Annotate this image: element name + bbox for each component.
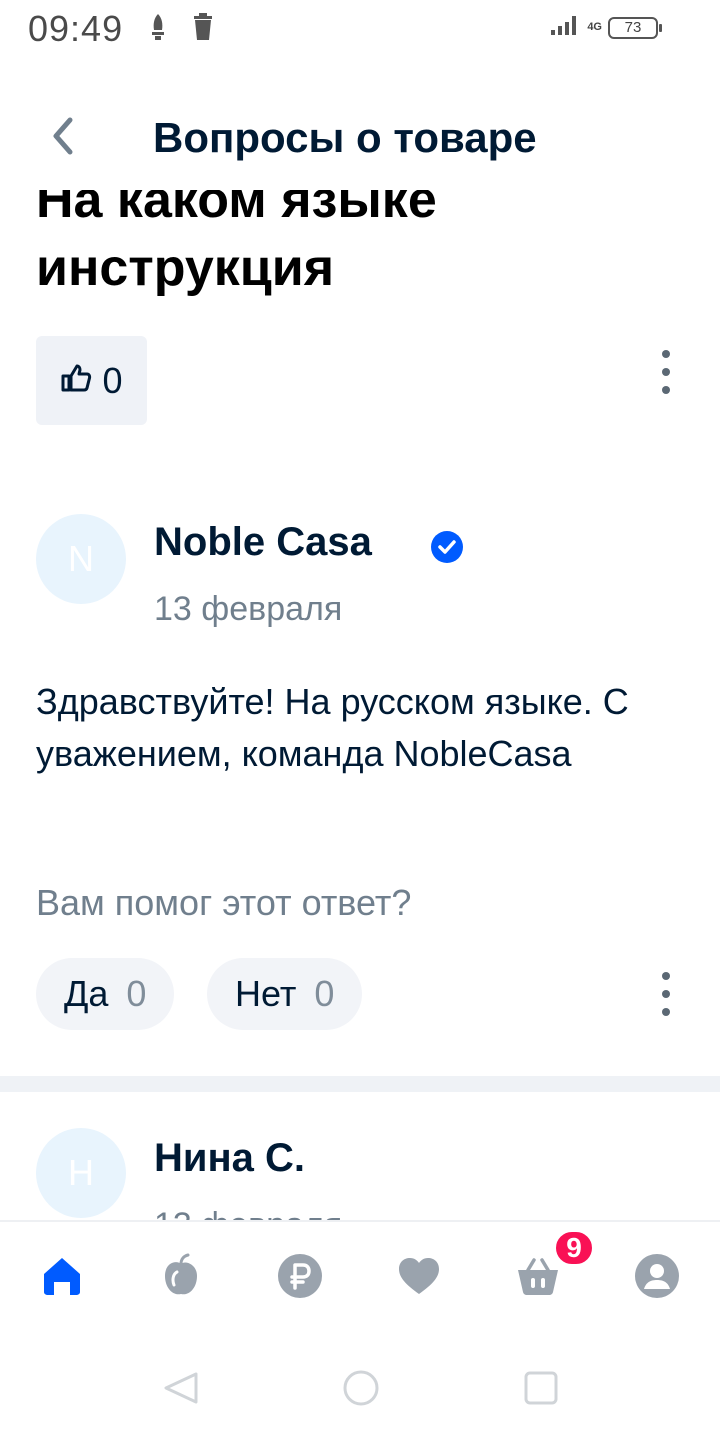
heart-icon[interactable] [395,1252,443,1300]
vote-no-count: 0 [314,973,335,1014]
bottom-navigation [0,1220,720,1330]
answer-text: Здравствуйте! На русском языке. С уважен… [36,681,629,774]
avatar: N [36,514,126,604]
author-name: Noble Casa [154,520,372,564]
chevron-left-icon [48,116,76,161]
home-icon[interactable] [38,1252,86,1300]
cart-badge: 9 [553,1229,595,1267]
answer-date: 13 февраля [154,590,343,628]
vote-no-button[interactable]: Нет 0 [207,958,363,1030]
profile-icon[interactable] [633,1252,681,1300]
thumbs-up-icon [60,360,92,402]
author-name: Нина С. [154,1136,305,1180]
apple-icon[interactable] [157,1252,205,1300]
back-button[interactable] [38,110,86,166]
page-title: Вопросы о товаре [153,114,537,161]
system-home-icon[interactable] [342,1370,380,1411]
vote-yes-label: Да [64,973,109,1014]
system-back-icon[interactable] [162,1370,200,1411]
question-more-button[interactable] [654,344,678,400]
section-divider [0,1076,720,1092]
app-header: Вопросы о товаре [0,62,720,190]
helpful-question: Вам помог этот ответ? [36,882,412,923]
ruble-icon[interactable] [276,1252,324,1300]
like-button[interactable]: 0 [36,336,147,425]
verified-badge-icon [430,530,464,564]
answer-date: 13 февраля [154,1206,342,1220]
avatar: Н [36,1128,126,1218]
question-title-line2: инструкция [36,239,335,297]
vote-no-label: Нет [235,973,297,1014]
cart-icon[interactable] [514,1252,562,1300]
system-recents-icon[interactable] [522,1370,560,1411]
like-count: 0 [102,359,123,401]
vote-yes-button[interactable]: Да 0 [36,958,175,1030]
answer-more-button[interactable] [654,966,678,1022]
system-navigation [0,1330,720,1440]
vote-yes-count: 0 [126,973,147,1014]
